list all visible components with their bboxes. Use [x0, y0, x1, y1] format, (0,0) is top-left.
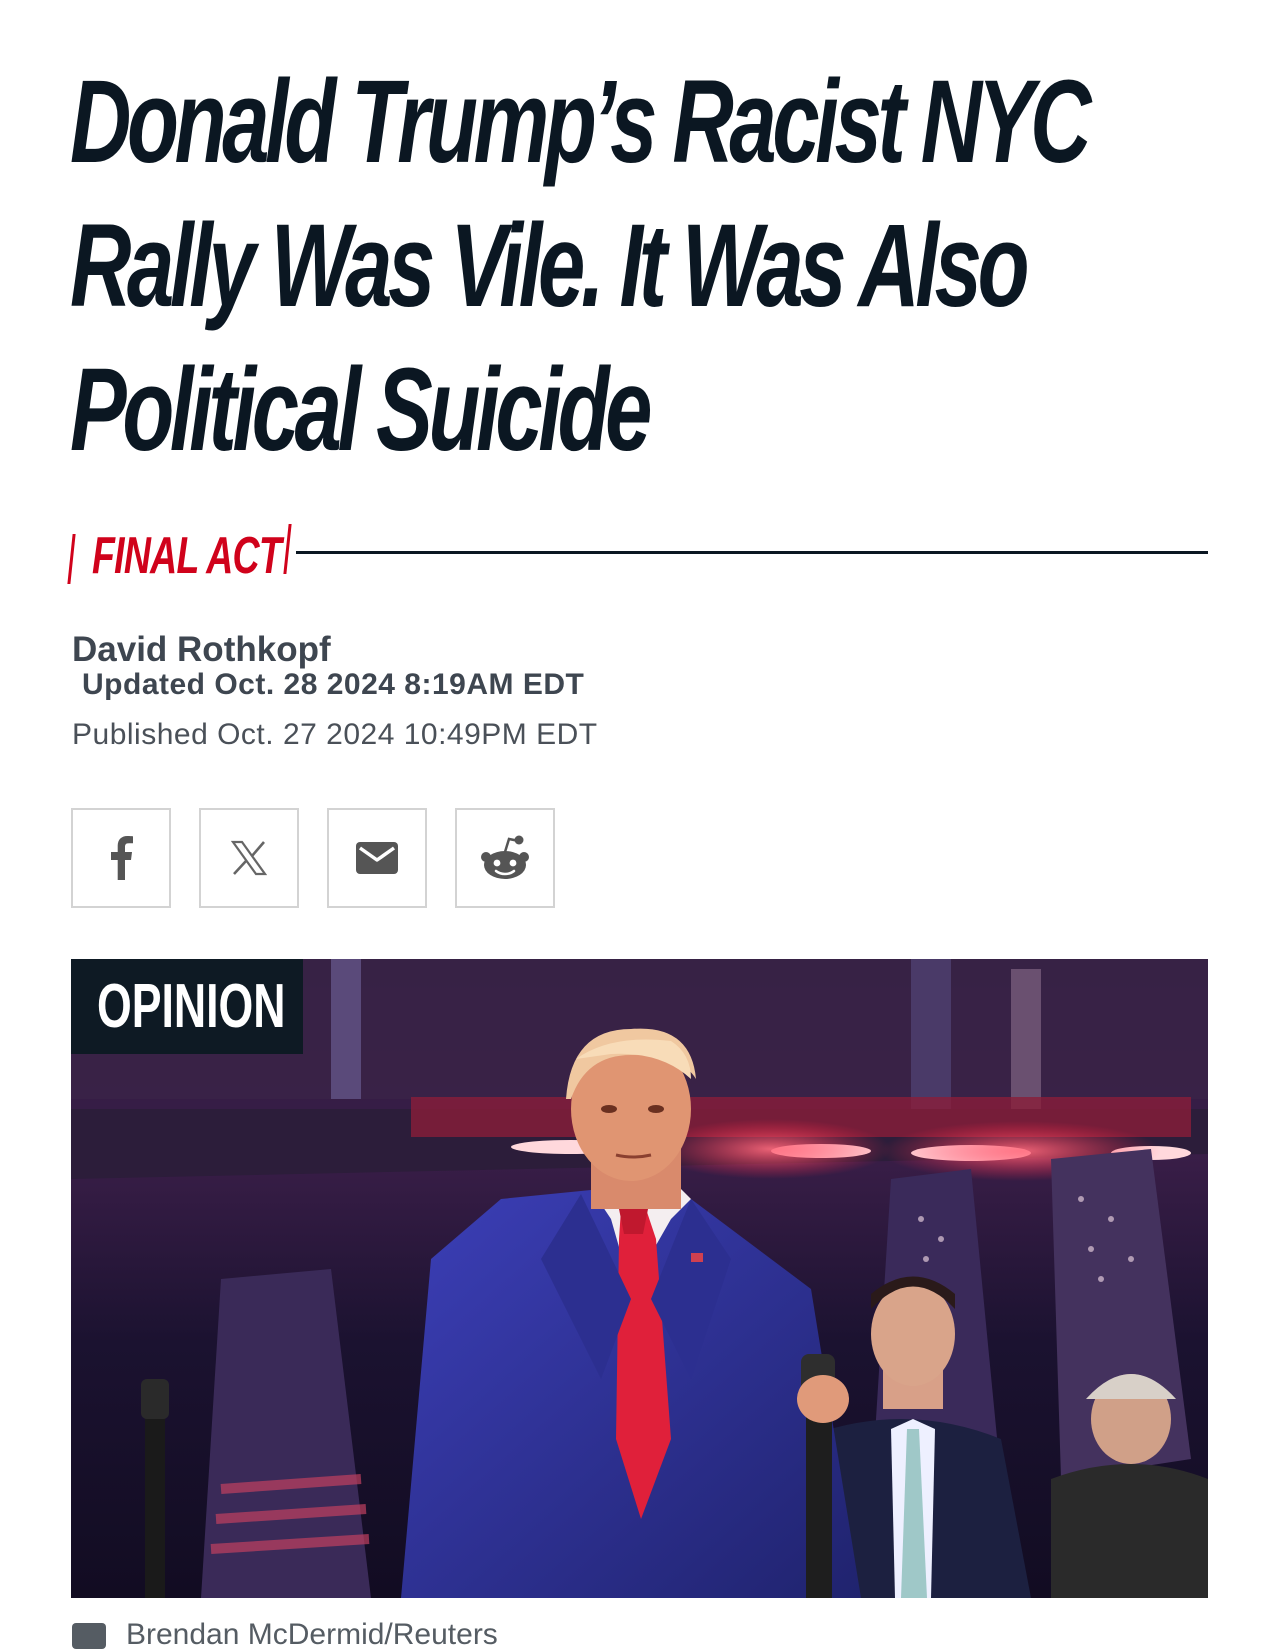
share-x-button[interactable]: [199, 808, 299, 908]
share-reddit-button[interactable]: [455, 808, 555, 908]
opinion-badge: OPINION: [71, 959, 303, 1054]
photo-credit: Brendan McDermid/Reuters: [126, 1618, 498, 1651]
camera-icon: [72, 1623, 106, 1650]
rubric-bar-left: [67, 534, 76, 584]
hero-image[interactable]: OPINION: [71, 959, 1208, 1598]
rubric: FINAL ACT: [67, 520, 1208, 585]
opinion-badge-label: OPINION: [97, 972, 286, 1041]
published-timestamp: Published Oct. 27 2024 10:49PM EDT: [72, 718, 598, 751]
author-name[interactable]: David Rothkopf: [72, 630, 331, 670]
share-facebook-button[interactable]: [71, 808, 171, 908]
rubric-divider: [296, 551, 1208, 554]
x-icon: [231, 840, 267, 876]
reddit-icon: [481, 835, 529, 879]
email-icon: [356, 842, 398, 874]
rubric-bar-right: [283, 524, 292, 574]
photo-caption: Brendan McDermid/Reuters: [72, 1618, 498, 1652]
facebook-icon: [111, 836, 133, 880]
rubric-label[interactable]: FINAL ACT: [92, 526, 282, 586]
article-headline: Donald Trump’s Racist NYC Rally Was Vile…: [70, 56, 1092, 476]
share-email-button[interactable]: [327, 808, 427, 908]
rally-photo: [71, 959, 1208, 1598]
updated-timestamp: Updated Oct. 28 2024 8:19AM EDT: [82, 668, 585, 701]
